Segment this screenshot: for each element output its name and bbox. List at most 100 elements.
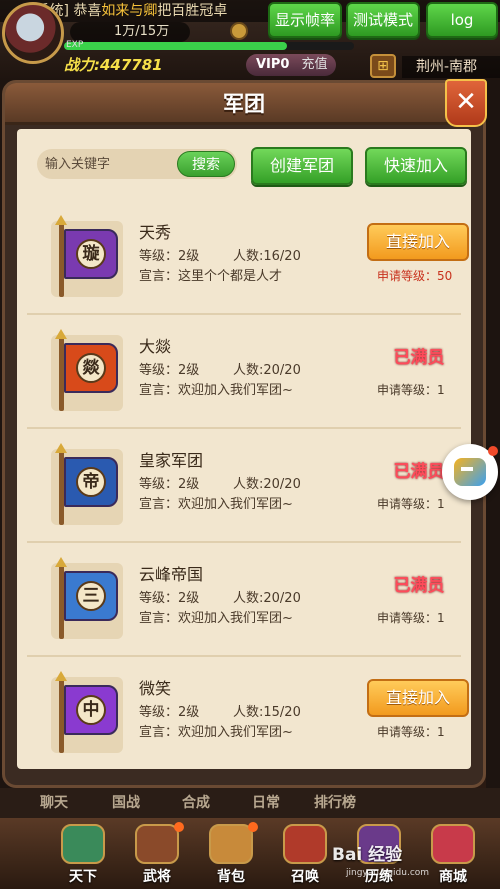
flag-cloth: 中: [64, 685, 118, 735]
vip-label: VIP0: [256, 57, 290, 72]
guild-name: 大燚: [139, 337, 172, 356]
guild-row: 燚 大燚等级：2级 人数:20/20 宣言：欢迎加入我们军团~ 已满员申请等级：1: [27, 321, 461, 429]
close-icon[interactable]: ✕: [445, 79, 487, 127]
guild-name: 云峰帝国: [139, 565, 204, 584]
badge-dot: [174, 822, 184, 832]
guild-motto: 宣言：欢迎加入我们军团~: [139, 725, 293, 740]
flag-char: 三: [76, 581, 106, 611]
dock-label: 背包: [217, 869, 245, 885]
badge-dot: [248, 822, 258, 832]
search-button[interactable]: 搜索: [177, 151, 235, 177]
watermark-logo: Bai 经验: [332, 845, 403, 865]
guild-row: 帝 皇家军团等级：2级 人数:20/20 宣言：欢迎加入我们军团~ 已满员申请等级：1: [27, 435, 461, 543]
player-avatar[interactable]: [2, 2, 64, 64]
quick-join-button[interactable]: 快速加入: [365, 147, 467, 185]
dock-item[interactable]: 商城: [418, 824, 488, 888]
direct-join-button[interactable]: 直接加入: [367, 679, 469, 717]
guild-flag-icon: 璇: [51, 215, 123, 297]
create-guild-button[interactable]: 创建军团: [251, 147, 353, 185]
guild-motto: 宣言：欢迎加入我们军团~: [139, 611, 293, 626]
flag-char: 璇: [76, 239, 106, 269]
location-label: 荆州-南郡: [402, 56, 500, 78]
modal-title: 军团: [223, 92, 265, 116]
search-box: 搜索: [37, 149, 237, 179]
game-assistant-button[interactable]: [442, 444, 498, 500]
coin-icon: [230, 22, 248, 40]
guild-members: 人数:20/20: [233, 363, 301, 378]
guild-members: 人数:20/20: [233, 591, 301, 606]
tab-leaderboard[interactable]: 排行榜: [314, 792, 356, 812]
guild-full-label: 已满员: [393, 462, 445, 482]
guild-name: 皇家军团: [139, 451, 204, 470]
guild-level: 等级：2级: [139, 591, 200, 606]
required-level: 申请等级：50: [377, 269, 453, 283]
notification-dot: [488, 446, 498, 456]
guild-level: 等级：2级: [139, 363, 200, 378]
guild-panel: 搜索 创建军团 快速加入 璇 天秀等级：2级 人数:16/20 宣言：这里个个都是人才…: [17, 129, 471, 769]
system-highlight: 如来与卿: [101, 3, 158, 19]
guild-row: 璇 天秀 等级：2级 人数:16/20 宣言：这里个个都是人才 直接加入 申请等级：50: [27, 207, 469, 315]
tab-chat[interactable]: 聊天: [40, 792, 68, 812]
backpack-icon: [209, 824, 253, 864]
guild-level: 等级：2级: [139, 705, 200, 720]
power-value: 战力:447781: [64, 56, 163, 74]
guild-row: 三 云峰帝国等级：2级 人数:20/20 宣言：欢迎加入我们军团~ 已满员申请等级：1: [27, 549, 461, 657]
test-mode-button[interactable]: 测试模式: [346, 2, 420, 38]
guild-flag-icon: 帝: [51, 443, 123, 525]
guild-motto: 宣言：这里个个都是人才: [139, 269, 283, 284]
dock-label: 召唤: [291, 869, 319, 885]
guild-members: 人数:16/20: [233, 249, 301, 264]
exp-bar: [64, 42, 354, 50]
watermark-url: jingyan.baidu.com: [346, 868, 430, 878]
gift-icon[interactable]: ⊞: [370, 54, 396, 78]
required-level: 申请等级：1: [377, 725, 445, 739]
guild-flag-icon: 燚: [51, 329, 123, 411]
guild-motto: 宣言：欢迎加入我们军团~: [139, 383, 293, 398]
guild-members: 人数:15/20: [233, 705, 301, 720]
guild-full-label: 已满员: [393, 576, 445, 596]
flag-char: 帝: [76, 467, 106, 497]
guild-full-label: 已满员: [393, 348, 445, 368]
guild-name: 天秀: [139, 223, 172, 242]
dock-item[interactable]: 背包: [196, 822, 266, 888]
shop-icon: [431, 824, 475, 864]
tab-compose[interactable]: 合成: [182, 792, 210, 812]
system-broadcast: [系统] 恭喜如来与卿把百胜冠卓: [0, 0, 500, 22]
game-hud: [系统] 恭喜如来与卿把百胜冠卓 1万/15万 EXP 战力:447781 VI…: [0, 0, 500, 80]
dock-item[interactable]: 召唤: [270, 824, 340, 888]
show-fps-button[interactable]: 显示帧率: [268, 2, 342, 38]
dock-label: 武将: [143, 869, 171, 885]
log-button[interactable]: log: [426, 2, 498, 38]
flag-cloth: 璇: [64, 229, 118, 279]
guild-motto: 宣言：欢迎加入我们军团~: [139, 497, 293, 512]
exp-bar-fill: [64, 42, 288, 50]
vip-recharge-button[interactable]: VIP0 充值: [246, 54, 336, 76]
guild-row: 中 微笑等级：2级 人数:15/20 宣言：欢迎加入我们军团~ 直接加入申请等级：1: [27, 663, 469, 769]
dock-item[interactable]: 天下: [48, 824, 118, 888]
search-input[interactable]: [45, 153, 175, 175]
flag-char: 燚: [76, 353, 106, 383]
flag-char: 中: [76, 695, 106, 725]
tab-national-war[interactable]: 国战: [112, 792, 140, 812]
dock-item[interactable]: 武将: [122, 822, 192, 888]
dock-label: 天下: [69, 869, 97, 885]
flag-cloth: 帝: [64, 457, 118, 507]
guild-flag-icon: 中: [51, 671, 123, 753]
recharge-label: 充值: [301, 57, 328, 72]
general-helmet-icon: [135, 824, 179, 864]
required-level: 申请等级：1: [377, 497, 445, 511]
resource-counter: 1万/15万: [70, 22, 190, 42]
flag-cloth: 燚: [64, 343, 118, 393]
gamepad-icon: [454, 458, 486, 486]
system-rest: 把百胜冠卓: [157, 3, 228, 19]
guild-modal: 军团 ✕ 搜索 创建军团 快速加入 璇 天秀等级：2级 人数:16/20 宣言：这里个…: [2, 79, 487, 788]
direct-join-button[interactable]: 直接加入: [367, 223, 469, 261]
required-level: 申请等级：1: [377, 383, 445, 397]
guild-name: 微笑: [139, 679, 172, 698]
tab-daily[interactable]: 日常: [252, 792, 280, 812]
guild-members: 人数:20/20: [233, 477, 301, 492]
summon-gate-icon: [283, 824, 327, 864]
required-level: 申请等级：1: [377, 611, 445, 625]
flag-cloth: 三: [64, 571, 118, 621]
guild-level: 等级：2级: [139, 477, 200, 492]
